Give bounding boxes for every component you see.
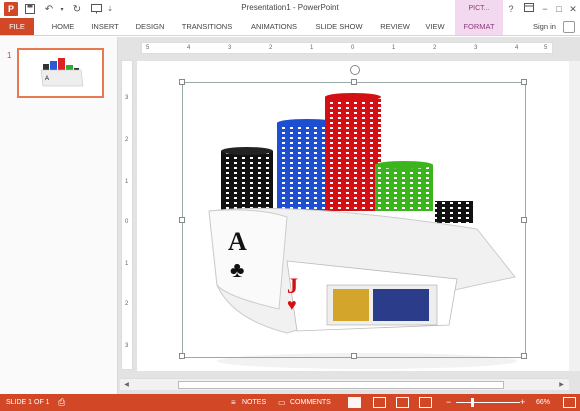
normal-view-icon[interactable]	[348, 397, 361, 408]
picture-selection-box[interactable]	[179, 79, 527, 359]
tab-review[interactable]: REVIEW	[374, 18, 416, 35]
tab-format[interactable]: FORMAT	[455, 18, 503, 35]
picture-tools-context-tab[interactable]: PICT...	[455, 0, 503, 18]
zoom-slider[interactable]	[456, 402, 520, 403]
horizontal-scrollbar[interactable]: ◀ ▶	[120, 378, 569, 390]
ruler-mark: 2	[125, 137, 129, 143]
resize-handle-n[interactable]	[351, 79, 357, 85]
ruler-mark: 3	[125, 343, 129, 349]
ruler-mark: 3	[228, 45, 232, 51]
title-bar: P ↶ ▾ ↻ ⇣ Presentation1 - PowerPoint PIC…	[0, 0, 580, 18]
status-bar: SLIDE 1 OF 1 ⎙ ≡ NOTES ▭ COMMENTS − + 66…	[0, 394, 580, 411]
ruler-mark: 5	[146, 45, 150, 51]
powerpoint-window: P ↶ ▾ ↻ ⇣ Presentation1 - PowerPoint PIC…	[0, 0, 580, 411]
ruler-mark: 2	[433, 45, 437, 51]
resize-handle-se[interactable]	[521, 353, 527, 359]
ruler-mark: 4	[515, 45, 519, 51]
notes-button[interactable]: NOTES	[242, 394, 266, 411]
tab-design[interactable]: DESIGN	[130, 18, 170, 35]
tab-transitions[interactable]: TRANSITIONS	[176, 18, 238, 35]
close-icon[interactable]: ✕	[565, 2, 580, 16]
ruler-mark: 2	[269, 45, 273, 51]
tab-insert[interactable]: INSERT	[86, 18, 124, 35]
notes-icon: ≡	[231, 398, 236, 407]
svg-text:A: A	[45, 76, 49, 82]
tab-animations[interactable]: ANIMATIONS	[244, 18, 304, 35]
sign-in-link[interactable]: Sign in	[533, 18, 556, 35]
rotate-handle-icon[interactable]	[350, 65, 360, 75]
zoom-slider-thumb[interactable]	[471, 398, 474, 407]
slide-thumbnail[interactable]: A	[17, 48, 104, 98]
tab-slide-show[interactable]: SLIDE SHOW	[310, 18, 368, 35]
resize-handle-ne[interactable]	[521, 79, 527, 85]
ruler-mark: 3	[474, 45, 478, 51]
ruler-mark: 3	[125, 95, 129, 101]
reading-view-icon[interactable]	[396, 397, 409, 408]
ruler-mark: 1	[310, 45, 314, 51]
tab-home[interactable]: HOME	[44, 18, 82, 35]
spelling-check-icon[interactable]: ⎙	[58, 394, 65, 411]
ruler-mark: 0	[125, 219, 129, 225]
customize-quick-access-icon[interactable]: ⇣	[106, 2, 114, 16]
scrollbar-thumb[interactable]	[178, 381, 504, 389]
workspace: 1 A 5 4 3 2 1 0 1 2 3 4 5 3 2 1 0 1 2 3 …	[0, 37, 580, 394]
ribbon-display-options-icon[interactable]	[521, 2, 537, 16]
vertical-ruler[interactable]: 3 2 1 0 1 2 3	[121, 60, 133, 370]
ruler-mark: 2	[125, 301, 129, 307]
vertical-scrollbar[interactable]	[569, 61, 580, 371]
comments-button[interactable]: COMMENTS	[290, 394, 331, 411]
zoom-in-button[interactable]: +	[520, 394, 525, 411]
zoom-level[interactable]: 66%	[536, 394, 550, 411]
resize-handle-nw[interactable]	[179, 79, 185, 85]
powerpoint-logo-icon: P	[4, 2, 18, 16]
undo-icon[interactable]: ↶	[42, 2, 56, 16]
ruler-mark: 1	[125, 261, 129, 267]
resize-handle-s[interactable]	[351, 353, 357, 359]
ribbon-tabs: FILE HOME INSERT DESIGN TRANSITIONS ANIM…	[0, 18, 580, 36]
ruler-mark: 4	[187, 45, 191, 51]
ruler-mark: 1	[392, 45, 396, 51]
zoom-out-button[interactable]: −	[446, 394, 451, 411]
redo-icon[interactable]: ↻	[71, 2, 83, 16]
slide-count: SLIDE 1 OF 1	[6, 399, 50, 406]
ruler-mark: 0	[351, 45, 355, 51]
comments-icon: ▭	[278, 398, 286, 407]
scroll-left-icon[interactable]: ◀	[122, 381, 131, 389]
account-avatar-icon[interactable]	[563, 21, 575, 33]
fit-slide-icon[interactable]	[563, 397, 576, 408]
resize-handle-w[interactable]	[179, 217, 185, 223]
tab-view[interactable]: VIEW	[420, 18, 450, 35]
ruler-mark: 1	[125, 179, 129, 185]
resize-handle-sw[interactable]	[179, 353, 185, 359]
save-icon[interactable]	[24, 2, 36, 16]
start-from-beginning-icon[interactable]	[90, 2, 102, 16]
ruler-mark: 5	[544, 45, 548, 51]
slide-canvas[interactable]: A ♣ J ♥	[137, 61, 569, 371]
slide-thumbnail-number: 1	[7, 51, 12, 60]
slide-show-icon[interactable]	[419, 397, 432, 408]
slide-thumbnails-pane: 1 A	[0, 37, 118, 394]
undo-dropdown-icon[interactable]: ▾	[59, 2, 65, 16]
resize-handle-e[interactable]	[521, 217, 527, 223]
slide-sorter-icon[interactable]	[373, 397, 386, 408]
tab-file[interactable]: FILE	[0, 18, 34, 35]
scroll-right-icon[interactable]: ▶	[557, 381, 566, 389]
help-icon[interactable]: ?	[503, 2, 519, 16]
horizontal-ruler[interactable]: 5 4 3 2 1 0 1 2 3 4 5	[141, 42, 553, 54]
